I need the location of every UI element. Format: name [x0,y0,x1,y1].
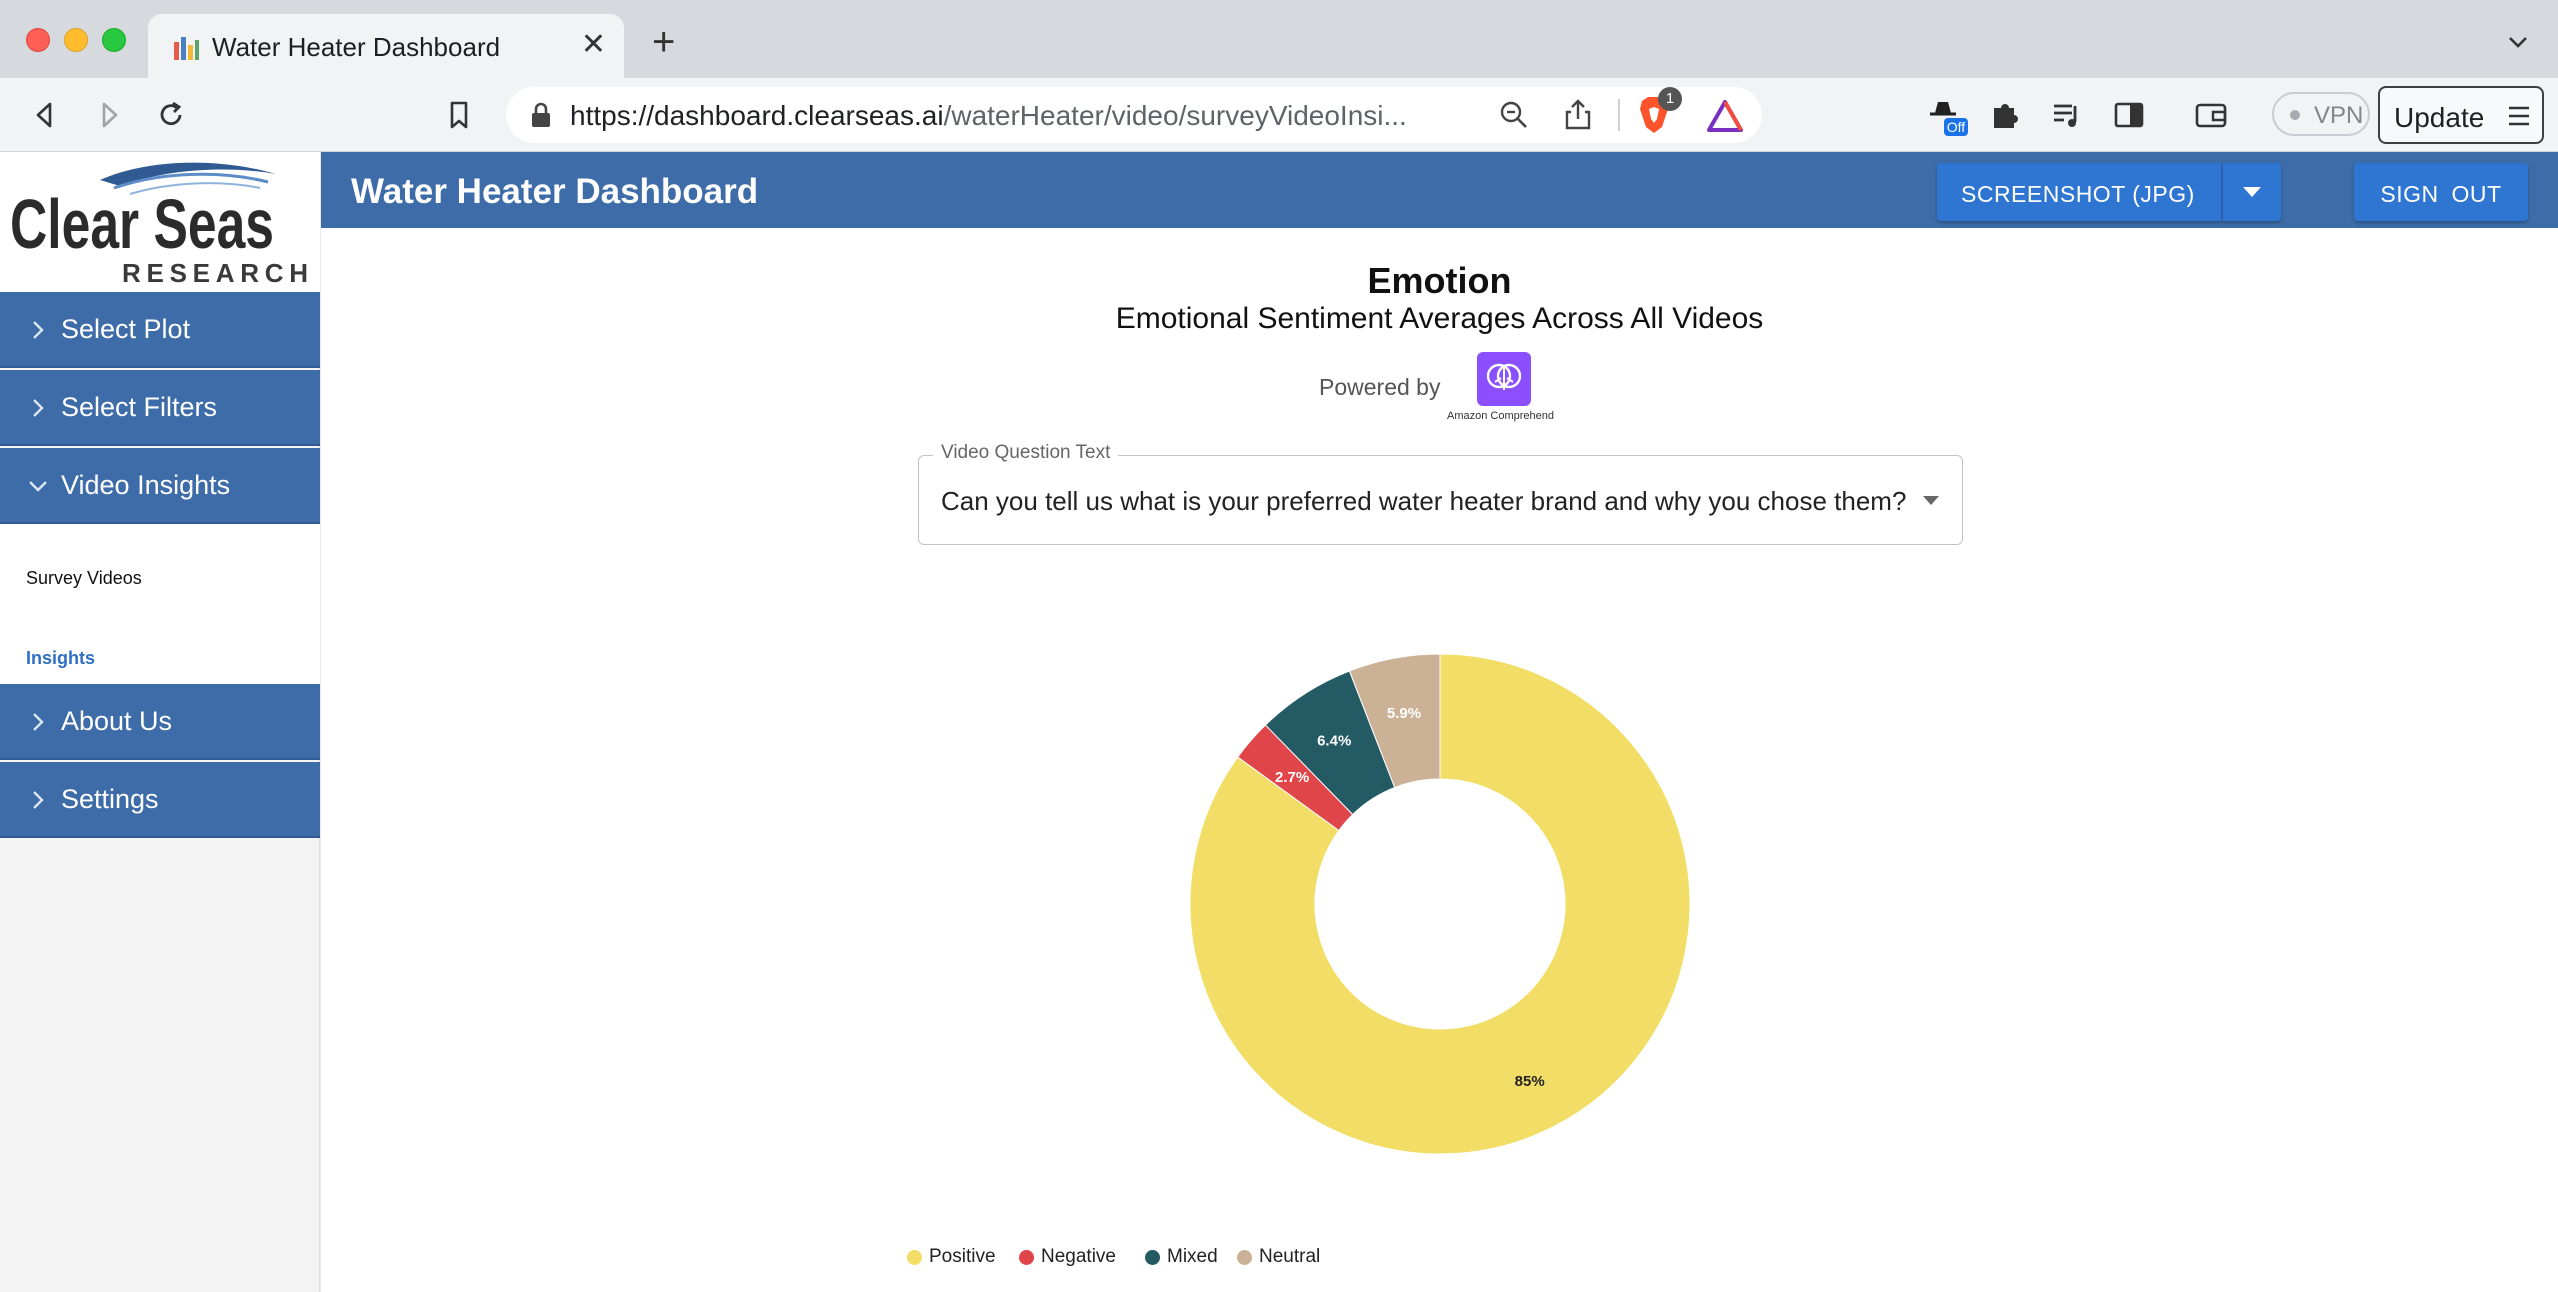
reload-icon[interactable] [152,96,190,134]
sidebar-item-select-filters[interactable]: Select Filters [0,370,320,446]
close-tab-icon[interactable]: ✕ [581,30,606,60]
sign-out-button[interactable]: SIGN OUT [2354,163,2528,221]
legend-label: Positive [929,1246,996,1267]
chevron-right-icon [33,713,44,731]
url-text: https://dashboard.clearseas.ai/waterHeat… [570,100,1407,132]
window-minimize-button[interactable] [64,28,88,52]
new-tab-plus-icon[interactable]: + [652,22,675,62]
window-close-button[interactable] [26,28,50,52]
sidebar-item-video-insights[interactable]: Video Insights [0,448,320,524]
legend-swatch-icon [1237,1250,1252,1265]
submenu-item-insights[interactable]: Insights [26,648,95,669]
legend-swatch-icon [1019,1250,1034,1265]
legend-label: Neutral [1259,1246,1321,1267]
sidebar: Clear Seas RESEARCH Select Plot Select F… [0,152,320,1292]
browser-tab-strip: Water Heater Dashboard ✕ + [0,0,2558,78]
vpn-toggle[interactable]: VPN [2272,92,2370,136]
url-divider [1618,99,1620,131]
browser-toolbar: https://dashboard.clearseas.ai/waterHeat… [0,78,2558,152]
share-icon[interactable] [1562,97,1594,131]
emotion-donut-chart: 85% 2.7% 6.4% 5.9% [1189,653,1691,1155]
submenu-item-survey-videos[interactable]: Survey Videos [26,568,142,589]
screenshot-button-label: SCREENSHOT (JPG) [1961,181,2195,207]
split-button-divider [2221,163,2223,221]
slice-label-mixed: 6.4% [1317,733,1351,750]
sidebar-item-label: Settings [61,784,159,814]
caret-down-icon[interactable] [2243,187,2261,197]
url-path: /waterHeater/video/surveyVideoInsi... [943,100,1407,131]
chevron-right-icon [33,791,44,809]
sidebar-item-select-plot[interactable]: Select Plot [0,292,320,368]
legend-label: Mixed [1167,1246,1218,1267]
logo-text-line1: Clear Seas [10,185,274,263]
legend-swatch-icon [1145,1250,1160,1265]
sidebar-item-settings[interactable]: Settings [0,762,320,838]
sidebar-item-label: Select Filters [61,392,218,422]
slice-label-positive: 85% [1515,1073,1545,1090]
slice-label-neutral: 5.9% [1387,705,1421,722]
slice-label-negative: 2.7% [1275,769,1309,786]
logo-text-line2: RESEARCH [122,258,308,288]
bookmark-icon[interactable] [440,96,478,134]
address-bar[interactable]: https://dashboard.clearseas.ai/waterHeat… [506,87,1762,143]
tab-title: Water Heater Dashboard [212,32,501,62]
clear-seas-logo: Clear Seas RESEARCH [0,152,320,292]
hamburger-menu-icon [2509,106,2529,126]
screenshot-button[interactable]: SCREENSHOT (JPG) [1937,163,2281,221]
back-icon[interactable] [26,96,64,134]
chevron-down-icon[interactable] [2506,30,2530,54]
zoom-out-icon[interactable] [1498,99,1530,131]
chevron-right-icon [33,399,44,417]
legend-swatch-icon [907,1250,922,1265]
video-insights-submenu: Survey Videos Insights [0,524,320,684]
media-playlist-icon[interactable] [2048,96,2086,134]
wallet-icon[interactable] [2192,96,2230,134]
sidebar-item-label: Video Insights [61,470,231,500]
sidebar-toggle-icon[interactable] [2110,96,2148,134]
sign-out-label: SIGN OUT [2380,181,2502,207]
lock-icon [532,102,550,127]
vpn-label: VPN [2314,102,2364,129]
update-button[interactable]: Update [2378,86,2544,144]
vpn-status-dot-icon [2290,110,2300,120]
browser-tab-active[interactable]: Water Heater Dashboard ✕ [148,14,624,78]
logo-graphic: Clear Seas RESEARCH [10,162,308,288]
shield-count-badge: 1 [1658,87,1682,111]
app-header: Water Heater Dashboard SCREENSHOT (JPG) … [321,152,2558,228]
page-title: Water Heater Dashboard [351,172,759,211]
chevron-right-icon [33,321,44,339]
legend-label: Negative [1041,1246,1116,1267]
brave-rewards-icon[interactable] [1706,99,1744,133]
sidebar-item-about-us[interactable]: About Us [0,684,320,760]
url-host: https://dashboard.clearseas.ai [570,100,944,131]
sidebar-item-label: Select Plot [61,314,191,344]
chevron-down-icon [29,481,47,492]
update-label: Update [2394,102,2485,133]
window-zoom-button[interactable] [102,28,126,52]
forward-icon[interactable] [90,96,128,134]
bar-chart-favicon-icon [174,37,199,60]
main-content: Emotion Emotional Sentiment Averages Acr… [321,228,2558,1292]
sidebar-item-label: About Us [61,706,173,736]
extension-off-badge: Off [1944,118,1968,136]
puzzle-extensions-icon[interactable] [1986,96,2024,134]
